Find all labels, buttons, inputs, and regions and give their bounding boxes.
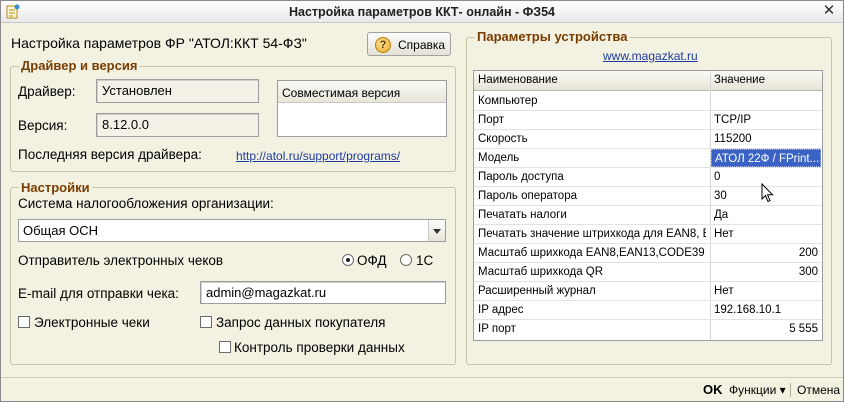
close-icon[interactable]: ✕ — [821, 3, 837, 19]
settings-group-title: Настройки — [19, 180, 92, 195]
tax-system-value: Общая ОСН — [23, 223, 99, 238]
chevron-down-icon[interactable] — [428, 220, 445, 241]
table-row[interactable]: IP порт 5 555 — [474, 320, 822, 339]
latest-driver-label: Последняя версия драйвера: — [18, 147, 202, 162]
site-link[interactable]: www.magazkat.ru — [603, 49, 698, 63]
electronic-receipts-label: Электронные чеки — [34, 315, 150, 330]
functions-label: Функции — [729, 383, 777, 397]
row-value[interactable]: Нет — [714, 285, 818, 297]
table-header: Наименование Значение — [474, 71, 822, 91]
title-bar: Настройка параметров ККТ- онлайн - ФЗ54 … — [1, 1, 843, 23]
row-name: Масштаб шрихкода EAN8,EAN13,CODE39 — [478, 247, 705, 259]
buyer-data-checkbox[interactable] — [200, 316, 212, 328]
help-icon: ? — [375, 37, 391, 53]
row-name: Печатать значение штрихкода для EAN8, E.… — [478, 228, 706, 240]
row-value[interactable]: 115200 — [714, 133, 818, 145]
row-name: Печатать налоги — [478, 209, 567, 221]
table-row[interactable]: Масштаб шрихкода EAN8,EAN13,CODE39 200 — [474, 244, 822, 263]
driver-label: Драйвер: — [18, 84, 76, 99]
row-name: Масштаб шрихкода QR — [478, 266, 604, 278]
row-value[interactable]: 0 — [714, 171, 818, 183]
row-name: IP адрес — [478, 304, 524, 316]
driver-group-title: Драйвер и версия — [19, 58, 140, 73]
row-value[interactable]: Да — [714, 209, 818, 221]
settings-group — [10, 187, 456, 365]
row-value[interactable]: 5 555 — [712, 323, 818, 335]
form-heading: Настройка параметров ФР "АТОЛ:ККТ 54-ФЗ" — [11, 35, 307, 51]
row-name: Расширенный журнал — [478, 285, 596, 297]
row-value[interactable]: TCP/IP — [714, 114, 818, 126]
row-name: Модель — [478, 152, 520, 164]
table-row[interactable]: Расширенный журнал Нет — [474, 282, 822, 301]
compat-version-header: Совместимая версия — [278, 81, 446, 103]
table-row[interactable]: Масштаб шрихкода QR 300 — [474, 263, 822, 282]
driver-status-field: Установлен — [96, 79, 259, 103]
row-value[interactable]: 300 — [712, 266, 818, 278]
table-row[interactable]: Печатать налоги Да — [474, 206, 822, 225]
latest-driver-link[interactable]: http://atol.ru/support/programs/ — [236, 149, 400, 163]
table-row[interactable]: Порт TCP/IP — [474, 111, 822, 130]
column-header-value[interactable]: Значение — [714, 74, 765, 86]
electronic-receipts-checkbox[interactable] — [18, 316, 30, 328]
row-name: Пароль доступа — [478, 171, 564, 183]
radio-ofd-label: ОФД — [357, 253, 387, 268]
column-header-name[interactable]: Наименование — [478, 74, 558, 86]
table-row[interactable]: IP адрес 192.168.10.1 — [474, 301, 822, 320]
row-name: Порт — [478, 114, 505, 126]
email-label: E-mail для отправки чека: — [18, 286, 179, 301]
device-params-table[interactable]: Наименование Значение Компьютер Порт TCP… — [473, 70, 823, 341]
email-input[interactable]: admin@magazkat.ru — [200, 281, 446, 304]
data-control-checkbox[interactable] — [219, 341, 231, 353]
buyer-data-label: Запрос данных покупателя — [216, 315, 386, 330]
row-name: Пароль оператора — [478, 190, 577, 202]
functions-menu[interactable]: Функции ▾ — [729, 383, 786, 397]
mouse-cursor-icon — [761, 183, 774, 203]
help-button-label: Справка — [398, 38, 446, 52]
receipt-sender-label: Отправитель электронных чеков — [18, 253, 224, 268]
data-control-label: Контроль проверки данных — [234, 340, 405, 355]
table-row[interactable]: Скорость 115200 — [474, 130, 822, 149]
table-row[interactable]: Компьютер — [474, 92, 822, 111]
row-value[interactable]: 200 — [712, 247, 818, 259]
device-group-title: Параметры устройства — [475, 29, 630, 44]
table-row-selected[interactable]: Модель АТОЛ 22Ф / FPrint... — [474, 149, 822, 168]
row-value[interactable]: АТОЛ 22Ф / FPrint... — [711, 149, 821, 167]
table-row[interactable]: Печатать значение штрихкода для EAN8, E.… — [474, 225, 822, 244]
help-button[interactable]: ? Справка — [367, 32, 451, 56]
version-field: 8.12.0.0 — [96, 113, 259, 137]
tax-system-select[interactable]: Общая ОСН — [18, 219, 446, 242]
compat-version-list[interactable]: Совместимая версия — [277, 80, 447, 137]
radio-1c[interactable] — [400, 254, 412, 266]
row-value[interactable]: 192.168.10.1 — [714, 304, 818, 316]
row-name: Скорость — [478, 133, 528, 145]
radio-ofd[interactable] — [342, 254, 354, 266]
version-label: Версия: — [18, 118, 68, 133]
row-name: IP порт — [478, 323, 516, 335]
window-title: Настройка параметров ККТ- онлайн - ФЗ54 — [288, 5, 556, 19]
ok-button[interactable]: OK — [703, 382, 723, 397]
tax-system-label: Система налогообложения организации: — [18, 196, 274, 211]
settings-window: Настройка параметров ККТ- онлайн - ФЗ54 … — [0, 0, 844, 402]
row-name: Компьютер — [478, 95, 538, 107]
footer-divider — [790, 383, 791, 397]
cancel-button[interactable]: Отмена — [797, 383, 840, 397]
radio-1c-label: 1С — [416, 253, 434, 268]
dropdown-arrow-icon: ▾ — [779, 383, 786, 397]
footer-bar: OK Функции ▾ Отмена — [1, 377, 843, 401]
row-value[interactable]: Нет — [714, 228, 818, 240]
